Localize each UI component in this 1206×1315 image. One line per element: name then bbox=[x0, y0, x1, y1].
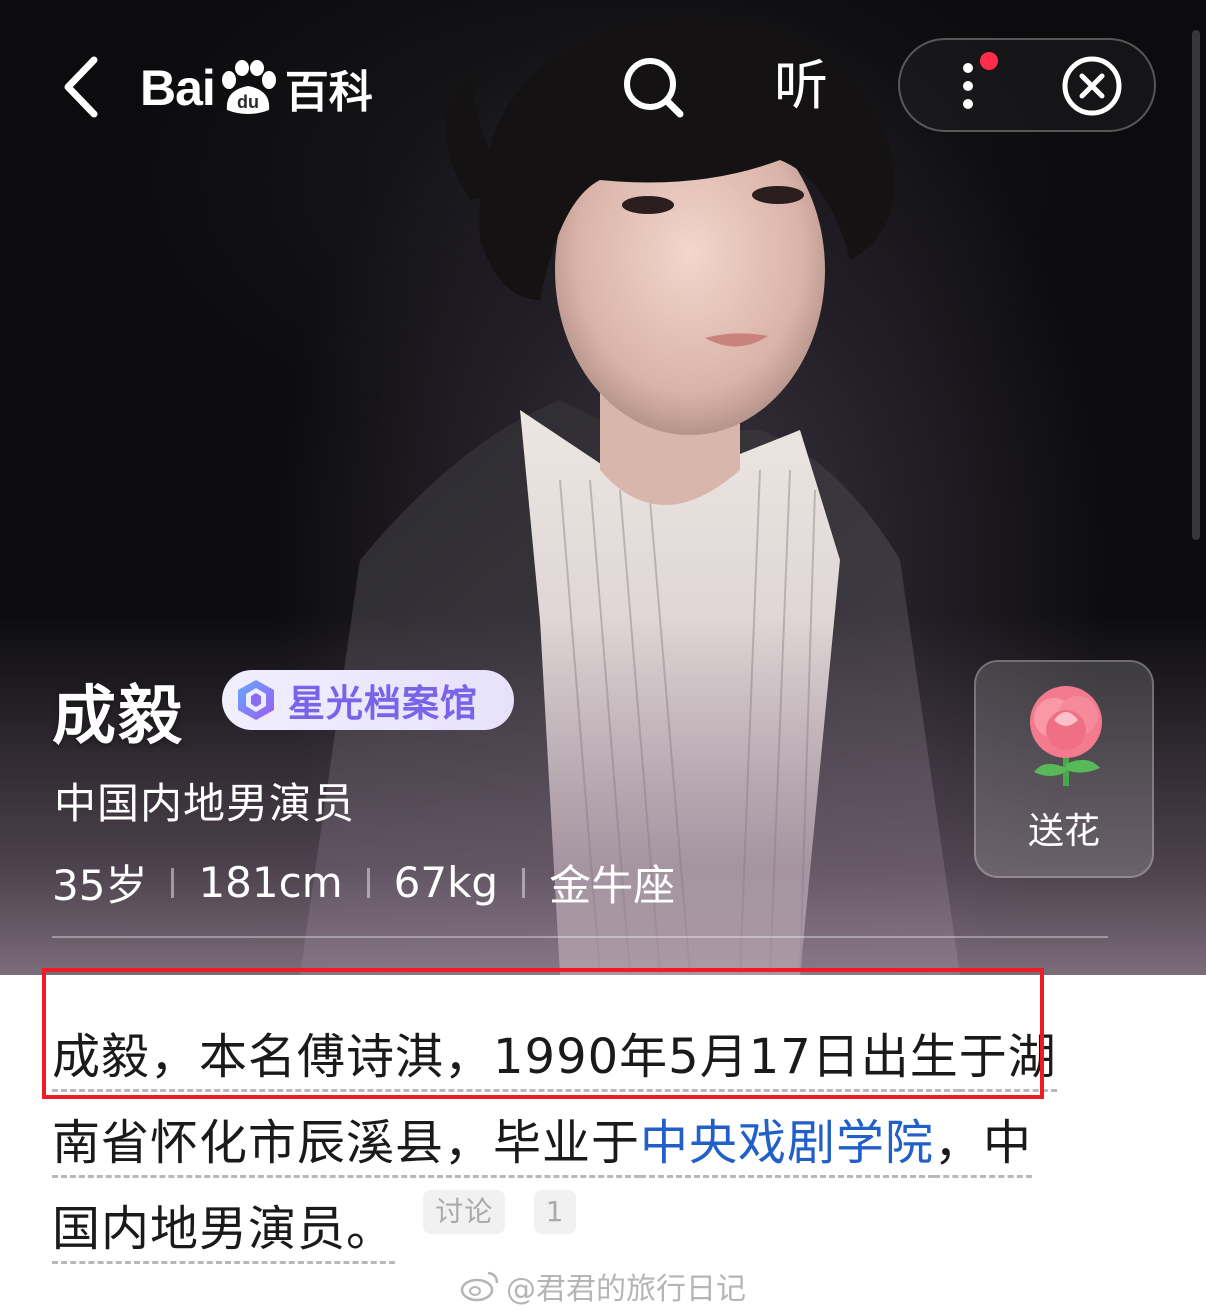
baidu-baike-logo[interactable]: Bai du 百科 bbox=[140, 58, 373, 118]
mini-program-capsule bbox=[898, 38, 1156, 132]
weibo-watermark: @君君的旅行日记 bbox=[460, 1264, 746, 1308]
baidu-paw-icon: du bbox=[217, 60, 279, 116]
stat-divider bbox=[522, 867, 526, 898]
summary-text: ，中 bbox=[934, 1115, 1033, 1178]
logo-bai-text: Bai bbox=[140, 60, 216, 116]
top-navigation-bar: Bai du 百科 听 bbox=[0, 30, 1206, 140]
close-circle-icon bbox=[1062, 56, 1122, 116]
summary-text: 国内地男演员。 bbox=[52, 1201, 396, 1264]
discuss-count[interactable]: 1 bbox=[533, 1190, 577, 1234]
starlight-archive-badge[interactable]: 星光档案馆 bbox=[222, 670, 514, 730]
weibo-icon bbox=[460, 1271, 499, 1302]
red-highlight-box bbox=[42, 968, 1044, 1099]
stat-age: 35岁 bbox=[52, 861, 148, 910]
close-button[interactable] bbox=[1060, 54, 1124, 118]
notification-dot bbox=[980, 52, 998, 70]
stat-divider bbox=[171, 867, 175, 898]
stat-divider bbox=[366, 867, 370, 898]
summary-text: 南省怀化市辰溪县，毕业于 bbox=[52, 1115, 641, 1178]
hero-divider bbox=[52, 936, 1108, 938]
send-flower-label: 送花 bbox=[1027, 811, 1100, 852]
school-link[interactable]: 中央戏剧学院 bbox=[640, 1115, 935, 1178]
watermark-text: @君君的旅行日记 bbox=[506, 1272, 746, 1307]
occupation-text: 中国内地男演员 bbox=[54, 779, 356, 828]
discuss-tag[interactable]: 讨论 bbox=[423, 1190, 506, 1234]
listen-button[interactable]: 听 bbox=[765, 50, 837, 122]
search-button[interactable] bbox=[618, 52, 688, 122]
stat-weight: 67kg bbox=[393, 858, 499, 907]
stat-height: 181cm bbox=[198, 858, 343, 907]
logo-du-text: du bbox=[237, 92, 259, 112]
stat-zodiac: 金牛座 bbox=[549, 861, 676, 910]
logo-baike-text: 百科 bbox=[284, 68, 373, 117]
back-arrow-icon bbox=[64, 56, 98, 118]
back-button[interactable] bbox=[52, 52, 112, 122]
send-flower-button[interactable]: 送花 bbox=[974, 660, 1154, 878]
rose-icon bbox=[1030, 686, 1102, 786]
search-icon bbox=[624, 58, 684, 118]
entry-title: 成毅 bbox=[52, 680, 184, 754]
stats-row: 35岁 181cm 67kg 金牛座 bbox=[52, 852, 675, 913]
summary-line: 南省怀化市辰溪县，毕业于中央戏剧学院，中 bbox=[52, 1108, 1162, 1194]
starlight-badge-icon bbox=[238, 680, 274, 720]
badge-label: 星光档案馆 bbox=[288, 682, 478, 725]
